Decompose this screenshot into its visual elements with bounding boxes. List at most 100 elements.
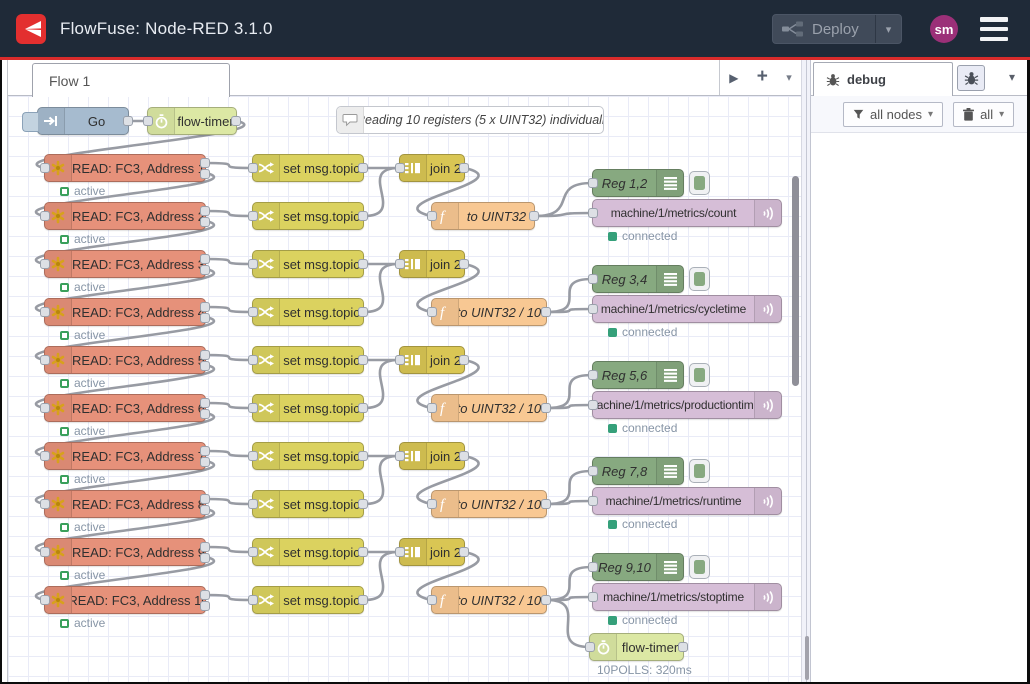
node-join0[interactable]: join 2 [399,154,465,182]
input-port[interactable] [143,116,153,126]
node-dbg0[interactable]: Reg 1,2 [592,169,684,197]
node-mq2[interactable]: machine/1/metrics/productiontime [592,391,782,419]
node-read1[interactable]: READ: FC3, Address 2 [44,202,206,230]
sidebar-separator[interactable] [801,60,811,682]
input-port[interactable] [588,178,598,188]
node-inject[interactable]: Go [37,107,129,135]
node-chg6[interactable]: set msg.topic [252,442,364,470]
inject-trigger-button[interactable] [22,112,38,132]
output-port[interactable] [358,355,368,365]
node-read6[interactable]: READ: FC3, Address 7 [44,442,206,470]
debug-enable-toggle[interactable] [689,171,710,195]
output-port[interactable] [200,590,210,600]
output-port[interactable] [200,350,210,360]
flow-canvas[interactable]: Go flow-timer Reading 10 registers (5 x UI… [8,96,801,682]
tab-flow-1[interactable]: Flow 1 [32,63,230,97]
input-port[interactable] [248,499,258,509]
node-dbg1[interactable]: Reg 3,4 [592,265,684,293]
input-port[interactable] [40,403,50,413]
input-port[interactable] [40,355,50,365]
node-func0[interactable]: fto UINT32 [431,202,535,230]
output-port[interactable] [358,307,368,317]
input-port[interactable] [588,592,598,602]
node-mq1[interactable]: machine/1/metrics/cycletime [592,295,782,323]
output-port[interactable] [200,158,210,168]
input-port[interactable] [427,403,437,413]
output-port[interactable] [358,163,368,173]
node-chg5[interactable]: set msg.topic [252,394,364,422]
debug-toggle-button[interactable] [957,65,985,91]
node-read0[interactable]: READ: FC3, Address 1 [44,154,206,182]
output-port[interactable] [200,542,210,552]
node-ft_top[interactable]: flow-timer [147,107,237,135]
input-port[interactable] [427,595,437,605]
node-dbg4[interactable]: Reg 9,10 [592,553,684,581]
output-port[interactable] [200,206,210,216]
output-port[interactable] [200,446,210,456]
filter-nodes-button[interactable]: all nodes ▾ [843,102,943,127]
node-read4[interactable]: READ: FC3, Address 5 [44,346,206,374]
output-port[interactable] [200,505,210,515]
output-port[interactable] [200,313,210,323]
node-join1[interactable]: join 2 [399,250,465,278]
input-port[interactable] [248,403,258,413]
input-port[interactable] [395,451,405,461]
input-port[interactable] [585,642,595,652]
node-chg8[interactable]: set msg.topic [252,538,364,566]
output-port[interactable] [678,642,688,652]
node-chg4[interactable]: set msg.topic [252,346,364,374]
input-port[interactable] [427,307,437,317]
node-read8[interactable]: READ: FC3, Address 9 [44,538,206,566]
output-port[interactable] [529,211,539,221]
input-port[interactable] [588,496,598,506]
input-port[interactable] [588,208,598,218]
input-port[interactable] [588,562,598,572]
node-ft_bot[interactable]: flow-timer [589,633,684,661]
tab-debug[interactable]: debug [813,62,953,96]
input-port[interactable] [427,211,437,221]
node-chg0[interactable]: set msg.topic [252,154,364,182]
input-port[interactable] [395,259,405,269]
input-port[interactable] [40,499,50,509]
input-port[interactable] [40,547,50,557]
output-port[interactable] [541,307,551,317]
sidebar-caret-icon[interactable]: ▾ [1009,70,1015,84]
user-avatar[interactable]: sm [930,15,958,43]
debug-enable-toggle[interactable] [689,267,710,291]
input-port[interactable] [40,451,50,461]
node-comment[interactable]: Reading 10 registers (5 x UINT32) indivi… [336,106,604,134]
input-port[interactable] [248,259,258,269]
input-port[interactable] [248,547,258,557]
deploy-caret-icon[interactable]: ▾ [875,15,901,43]
node-read2[interactable]: READ: FC3, Address 3 [44,250,206,278]
debug-enable-toggle[interactable] [689,459,710,483]
input-port[interactable] [588,370,598,380]
output-port[interactable] [200,553,210,563]
input-port[interactable] [395,355,405,365]
node-read3[interactable]: READ: FC3, Address 4 [44,298,206,326]
node-mq3[interactable]: machine/1/metrics/runtime [592,487,782,515]
output-port[interactable] [459,547,469,557]
node-join2[interactable]: join 2 [399,346,465,374]
output-port[interactable] [358,403,368,413]
output-port[interactable] [358,259,368,269]
debug-enable-toggle[interactable] [689,363,710,387]
input-port[interactable] [588,400,598,410]
output-port[interactable] [200,601,210,611]
node-chg3[interactable]: set msg.topic [252,298,364,326]
output-port[interactable] [200,254,210,264]
node-read7[interactable]: READ: FC3, Address 8 [44,490,206,518]
node-func4[interactable]: fto UINT32 / 100 [431,586,547,614]
node-mq0[interactable]: machine/1/metrics/count [592,199,782,227]
add-flow-icon[interactable]: + [757,66,768,88]
clear-messages-button[interactable]: all ▾ [953,102,1014,127]
input-port[interactable] [588,274,598,284]
main-menu-icon[interactable] [980,17,1008,41]
input-port[interactable] [248,595,258,605]
input-port[interactable] [248,163,258,173]
node-dbg2[interactable]: Reg 5,6 [592,361,684,389]
node-read5[interactable]: READ: FC3, Address 6 [44,394,206,422]
input-port[interactable] [40,259,50,269]
output-port[interactable] [200,457,210,467]
output-port[interactable] [358,211,368,221]
